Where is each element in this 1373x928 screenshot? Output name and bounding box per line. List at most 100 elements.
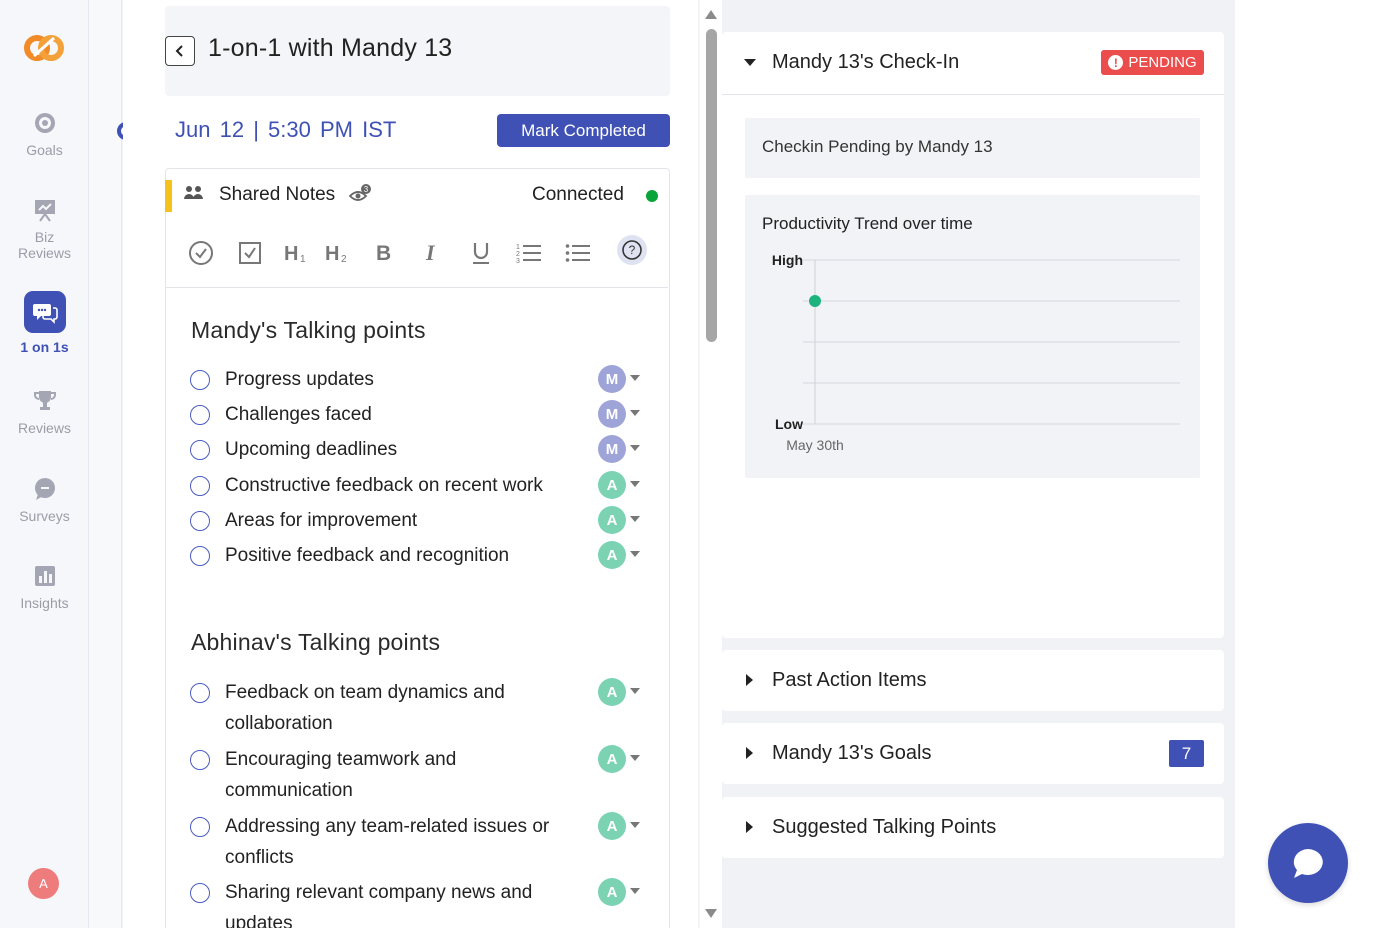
- nav-item-goals[interactable]: Goals: [0, 110, 89, 158]
- caret-down-icon[interactable]: [630, 688, 640, 694]
- caret-right-icon[interactable]: [746, 821, 753, 833]
- talking-point-text[interactable]: Constructive feedback on recent work: [225, 470, 585, 501]
- nav-item-surveys[interactable]: Surveys: [0, 476, 89, 524]
- check-circle-button[interactable]: [186, 238, 216, 268]
- heading-2-icon: H2: [325, 243, 347, 265]
- svg-text:?: ?: [629, 243, 636, 257]
- suggested-talking-points-panel[interactable]: Suggested Talking Points: [722, 797, 1224, 858]
- heading-2-button[interactable]: H2: [323, 238, 353, 268]
- goals-title: Mandy 13's Goals: [772, 742, 932, 764]
- owner-avatar[interactable]: A: [598, 812, 626, 840]
- caret-down-icon[interactable]: [630, 410, 640, 416]
- chart-data-point[interactable]: [809, 295, 821, 307]
- talking-point-text[interactable]: Positive feedback and recognition: [225, 540, 585, 571]
- owner-avatar[interactable]: M: [598, 435, 626, 463]
- heading-1-icon: H1: [284, 243, 306, 265]
- talking-point-text[interactable]: Addressing any team-related issues or co…: [225, 811, 585, 873]
- svg-text:3: 3: [516, 258, 520, 265]
- chart-plot-area: High Low May 30th: [772, 252, 1180, 453]
- talking-point-radio[interactable]: [190, 405, 210, 425]
- talking-point-radio[interactable]: [190, 476, 210, 496]
- mark-completed-button[interactable]: Mark Completed: [497, 114, 670, 147]
- talking-point-radio[interactable]: [190, 546, 210, 566]
- owner-avatar[interactable]: A: [598, 541, 626, 569]
- nav-label-reviews: Reviews: [18, 420, 71, 436]
- nav-item-reviews[interactable]: Reviews: [0, 388, 89, 436]
- caret-down-icon[interactable]: [744, 59, 756, 66]
- bullet-list-button[interactable]: [563, 238, 593, 268]
- nav-label-surveys: Surveys: [19, 508, 70, 524]
- mandy-talking-points-title: Mandy's Talking points: [191, 317, 426, 343]
- meeting-datetime: Jun 12 | 5:30 PM IST: [175, 117, 396, 143]
- talking-point-radio[interactable]: [190, 511, 210, 531]
- talking-point-text[interactable]: Upcoming deadlines: [225, 434, 585, 465]
- bold-button[interactable]: B: [369, 238, 399, 268]
- meeting-date: Jun 12: [175, 117, 245, 142]
- caret-right-icon[interactable]: [746, 674, 753, 686]
- viewers-eye-icon[interactable]: 3: [348, 184, 372, 204]
- caret-down-icon[interactable]: [630, 822, 640, 828]
- talking-point-radio[interactable]: [190, 750, 210, 770]
- left-sidebar: Goals Biz Reviews 1 on 1s Reviews Survey…: [0, 0, 89, 928]
- nav-item-biz-reviews[interactable]: Biz Reviews: [0, 197, 89, 261]
- talking-point-radio[interactable]: [190, 883, 210, 903]
- owner-avatar[interactable]: A: [598, 745, 626, 773]
- viewer-count: 3: [364, 185, 369, 194]
- nav-item-1on1s[interactable]: 1 on 1s: [0, 291, 89, 355]
- heading-1-button[interactable]: H1: [282, 238, 312, 268]
- chat-launcher-button[interactable]: [1268, 823, 1348, 903]
- talking-point-radio[interactable]: [190, 683, 210, 703]
- caret-down-icon[interactable]: [630, 888, 640, 894]
- owner-avatar[interactable]: M: [598, 400, 626, 428]
- app-logo-icon[interactable]: [24, 30, 64, 66]
- checkbox-button[interactable]: [235, 238, 265, 268]
- caret-down-icon[interactable]: [630, 516, 640, 522]
- chart-y-tick-label: Low: [775, 416, 803, 432]
- owner-avatar[interactable]: A: [598, 678, 626, 706]
- talking-point-text[interactable]: Sharing relevant company news and update…: [225, 877, 585, 928]
- caret-down-icon[interactable]: [630, 445, 640, 451]
- checkin-header[interactable]: Mandy 13's Check-In ! PENDING: [722, 32, 1224, 95]
- target-icon: [34, 113, 55, 133]
- meeting-time: 5:30 PM: [268, 117, 353, 142]
- caret-down-icon[interactable]: [630, 481, 640, 487]
- past-action-items-title: Past Action Items: [772, 669, 927, 691]
- caret-right-icon[interactable]: [746, 747, 753, 759]
- presentation-icon: [34, 200, 55, 222]
- numbered-list-button[interactable]: 123: [514, 238, 544, 268]
- svg-text:H: H: [284, 243, 298, 265]
- scroll-up-arrow-icon[interactable]: [705, 10, 717, 19]
- caret-down-icon[interactable]: [630, 375, 640, 381]
- bar-chart-icon: [34, 566, 55, 586]
- nav-item-insights[interactable]: Insights: [0, 563, 89, 611]
- talking-point-text[interactable]: Progress updates: [225, 364, 585, 395]
- past-action-items-panel[interactable]: Past Action Items: [722, 650, 1224, 711]
- caret-down-icon[interactable]: [630, 755, 640, 761]
- talking-point-text[interactable]: Encouraging teamwork and communication: [225, 744, 585, 806]
- scrollbar-thumb[interactable]: [706, 29, 717, 342]
- svg-text:H: H: [325, 243, 339, 265]
- owner-avatar[interactable]: M: [598, 365, 626, 393]
- scroll-down-arrow-icon[interactable]: [705, 909, 717, 918]
- nav-active-tile: [23, 291, 66, 333]
- owner-avatar[interactable]: A: [598, 878, 626, 906]
- help-button[interactable]: ?: [617, 235, 647, 265]
- user-avatar[interactable]: A: [28, 868, 59, 899]
- talking-point-radio[interactable]: [190, 817, 210, 837]
- talking-point-radio[interactable]: [190, 440, 210, 460]
- talking-point-radio[interactable]: [190, 370, 210, 390]
- italic-button[interactable]: I: [417, 238, 447, 268]
- caret-down-icon[interactable]: [630, 551, 640, 557]
- talking-point-text[interactable]: Challenges faced: [225, 399, 585, 430]
- talking-point-text[interactable]: Feedback on team dynamics and collaborat…: [225, 677, 585, 739]
- back-button[interactable]: [165, 36, 195, 66]
- talking-point-text[interactable]: Areas for improvement: [225, 505, 585, 536]
- underline-button[interactable]: [466, 238, 496, 268]
- owner-avatar[interactable]: A: [598, 506, 626, 534]
- underline-icon: [473, 243, 489, 264]
- svg-text:1: 1: [300, 254, 306, 265]
- owner-avatar[interactable]: A: [598, 471, 626, 499]
- goals-panel[interactable]: Mandy 13's Goals 7: [722, 723, 1224, 784]
- chart-y-tick-label: High: [772, 252, 803, 268]
- datetime-separator: |: [253, 117, 259, 142]
